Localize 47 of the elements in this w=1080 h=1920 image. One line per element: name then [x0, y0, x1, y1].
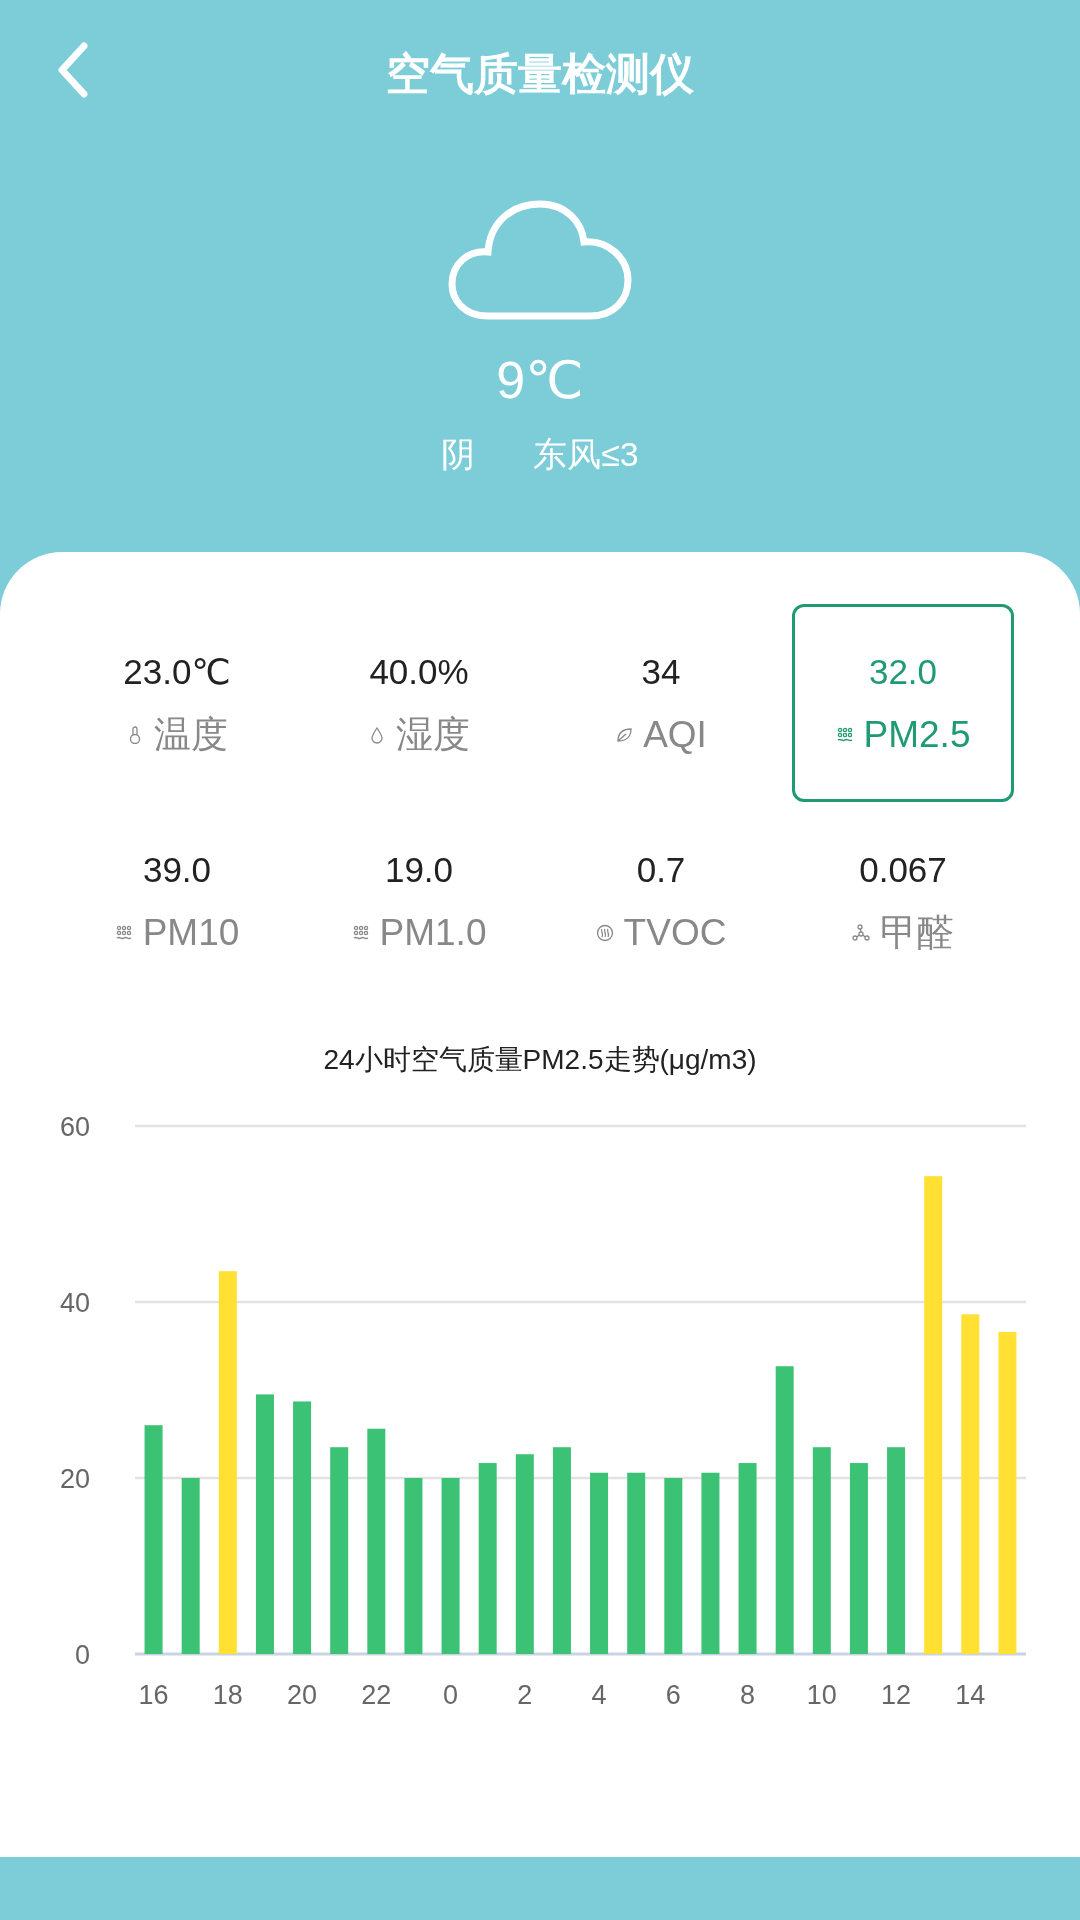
selected-metric-card[interactable]: 32.0 PM2.5	[792, 604, 1014, 802]
axis-label: 12	[881, 1680, 912, 1710]
axis-label: 60	[59, 1112, 90, 1142]
wind-text: 东风≤3	[533, 434, 639, 475]
metric-value: 19.0	[384, 849, 454, 891]
axis-label: 2	[517, 1680, 533, 1710]
axis-label: 14	[955, 1680, 986, 1710]
particles-icon	[351, 924, 370, 942]
molecule-icon	[852, 924, 870, 942]
temperature-text: 9℃	[496, 350, 584, 410]
metric-label: AQI	[643, 713, 707, 757]
metric-label: 甲醛	[880, 911, 954, 955]
metric-label: TVOC	[623, 911, 727, 955]
metric-label: PM10	[142, 911, 240, 955]
axis-label: 0	[443, 1680, 459, 1710]
metric-value: 0.7	[636, 849, 686, 891]
metric-label: PM2.5	[863, 713, 971, 757]
metric-value: 0.067	[859, 849, 947, 891]
metric-value: 39.0	[142, 849, 212, 891]
axis-label: 16	[138, 1680, 169, 1710]
metric-value: 34	[641, 651, 681, 693]
particles-icon	[114, 924, 133, 942]
metric-value: 23.0℃	[123, 651, 231, 693]
axis-label: 18	[212, 1680, 243, 1710]
metric-label: 湿度	[396, 713, 470, 757]
metric-label: 温度	[154, 713, 228, 757]
axis-label: 40	[59, 1288, 90, 1318]
metric-value: 40.0%	[369, 651, 469, 693]
axis-label: 22	[361, 1680, 392, 1710]
particles-icon	[835, 726, 854, 744]
axis-label: 10	[806, 1680, 837, 1710]
metric-label: PM1.0	[379, 911, 487, 955]
axis-label: 20	[59, 1464, 90, 1494]
axis-label: 20	[287, 1680, 318, 1710]
cloud-icon	[448, 198, 632, 322]
condition-text: 阴	[441, 434, 476, 475]
axis-label: 8	[740, 1680, 756, 1710]
metric-value: 32.0	[868, 651, 938, 693]
back-button[interactable]	[56, 42, 90, 98]
axis-label: 4	[591, 1680, 607, 1710]
chart-title: 24小时空气质量PM2.5走势(μg/m3)	[323, 1043, 757, 1077]
page-title: 空气质量检测仪	[386, 48, 694, 100]
axis-label: 6	[665, 1680, 681, 1710]
waves-icon	[595, 924, 614, 942]
axis-label: 0	[74, 1640, 90, 1670]
leaf-icon	[615, 726, 634, 744]
droplet-icon	[368, 726, 386, 744]
